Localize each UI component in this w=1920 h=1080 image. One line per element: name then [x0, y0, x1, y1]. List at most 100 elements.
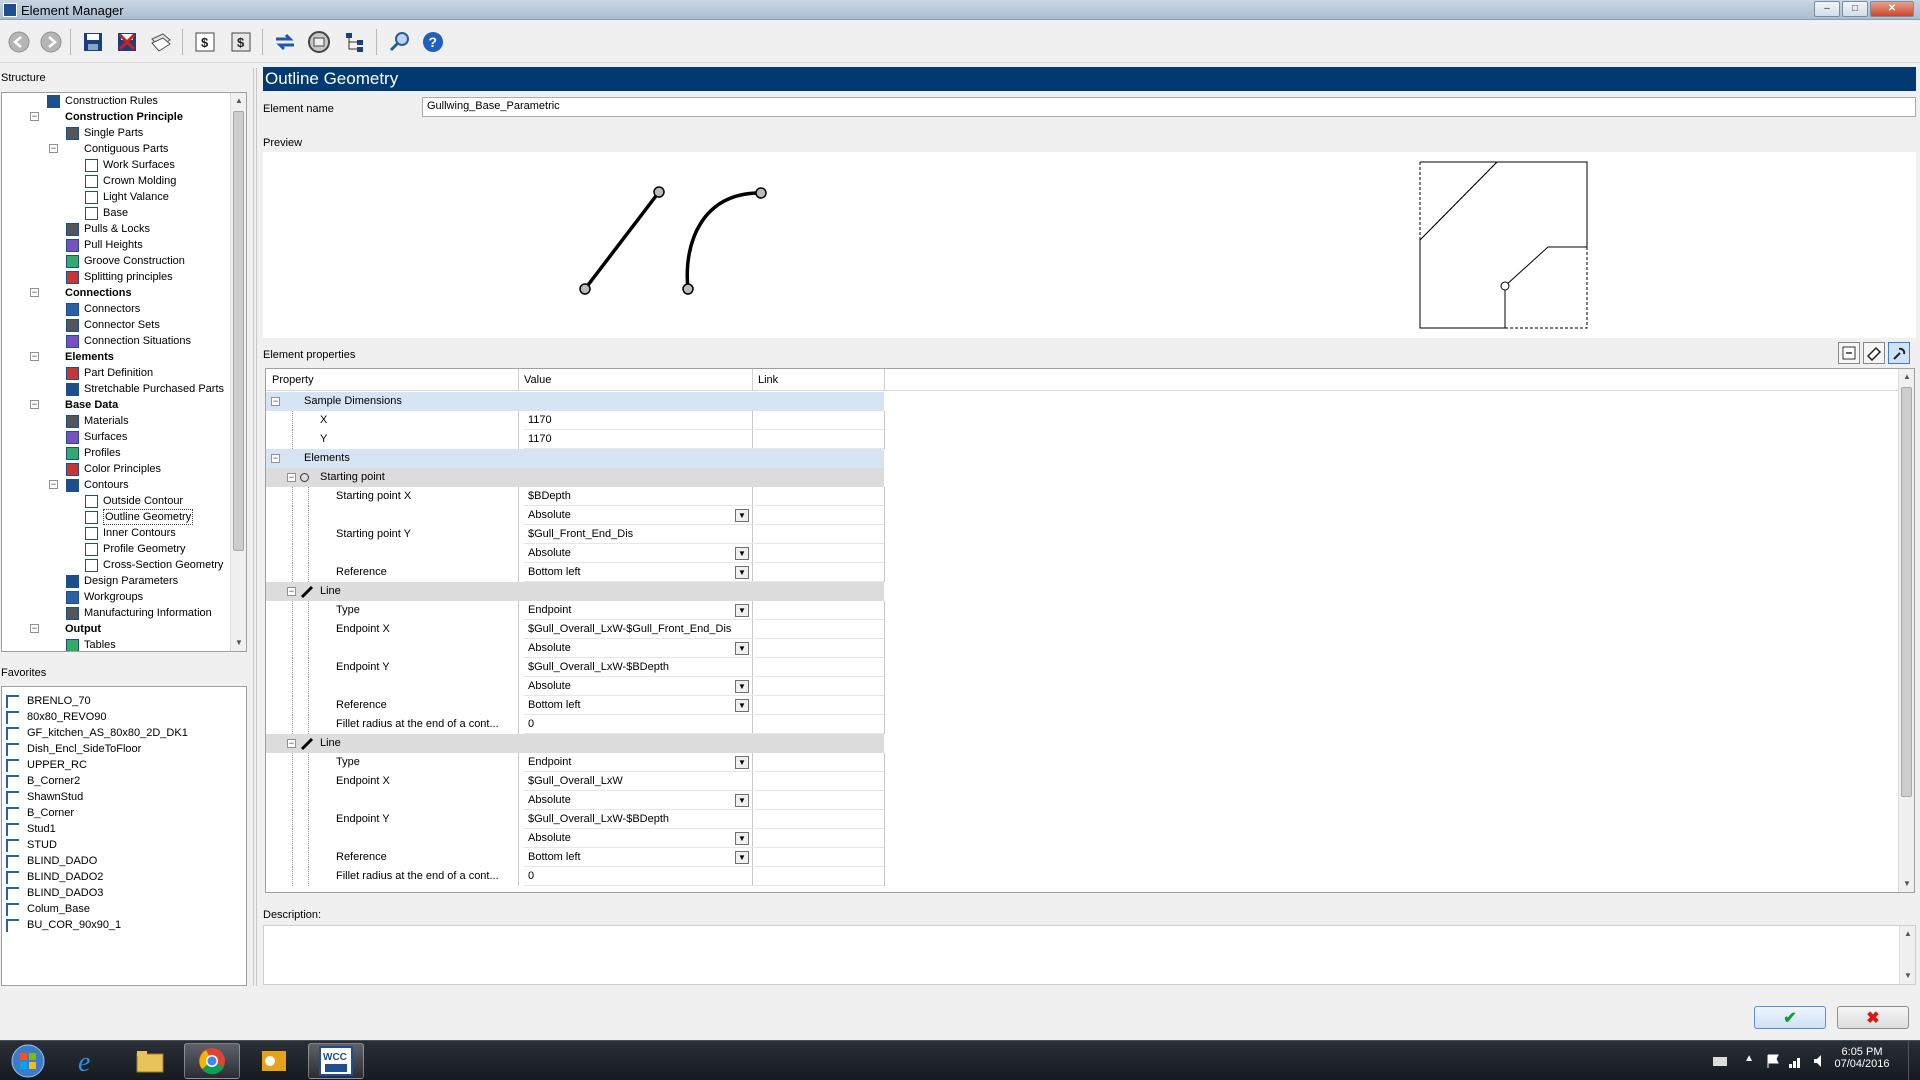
tree-item[interactable]: Light Valance: [2, 189, 230, 205]
dropdown-arrow-icon[interactable]: ▼: [735, 832, 749, 845]
help-button[interactable]: ?: [418, 27, 448, 57]
row-toggle-icon[interactable]: −: [287, 473, 296, 482]
tree-item[interactable]: − Contiguous Parts: [2, 141, 230, 157]
tree-item[interactable]: Outside Contour: [2, 493, 230, 509]
group-row[interactable]: − Starting point: [266, 468, 884, 487]
dropdown-arrow-icon[interactable]: ▼: [735, 509, 749, 522]
property-row[interactable]: Absolute ▼: [266, 544, 1150, 563]
tree-item[interactable]: Pull Heights: [2, 237, 230, 253]
property-row[interactable]: Reference Bottom left ▼: [266, 848, 1150, 867]
property-row[interactable]: Endpoint Y $Gull_Overall_LxW-$BDepth: [266, 810, 1150, 829]
maximize-button[interactable]: □: [1842, 1, 1868, 17]
tree-item[interactable]: Inner Contours: [2, 525, 230, 541]
property-row[interactable]: Fillet radius at the end of a cont... 0: [266, 715, 1150, 734]
property-value[interactable]: $Gull_Overall_LxW-$BDepth: [524, 658, 758, 677]
property-value[interactable]: $Gull_Overall_LxW: [524, 772, 758, 791]
tree-item[interactable]: Materials: [2, 413, 230, 429]
property-value[interactable]: 0: [524, 715, 758, 734]
favorites-list[interactable]: BRENLO_70 80x80_REVO90 GF_kitchen_AS_80x80…: [1, 686, 247, 986]
collapse-all-button[interactable]: [1838, 342, 1860, 364]
tree-item[interactable]: Splitting principles: [2, 269, 230, 285]
tree-item[interactable]: Crown Molding: [2, 173, 230, 189]
property-row[interactable]: Endpoint X $Gull_Overall_LxW: [266, 772, 1150, 791]
property-row[interactable]: Absolute ▼: [266, 639, 1150, 658]
tree-item[interactable]: Connectors: [2, 301, 230, 317]
property-row[interactable]: Type Endpoint ▼: [266, 601, 1150, 620]
dropdown-arrow-icon[interactable]: ▼: [735, 851, 749, 864]
tree-item[interactable]: − Elements: [2, 349, 230, 365]
tree-item[interactable]: Profile Geometry: [2, 541, 230, 557]
dropdown-arrow-icon[interactable]: ▼: [735, 547, 749, 560]
property-row[interactable]: Endpoint X $Gull_Overall_LxW-$Gull_Front_…: [266, 620, 1150, 639]
desc-scroll-down-icon[interactable]: ▼: [1900, 968, 1916, 984]
property-value[interactable]: $BDepth: [524, 487, 758, 506]
import-button[interactable]: $: [190, 27, 220, 57]
tree-view-button[interactable]: [340, 27, 370, 57]
cancel-button[interactable]: ✖: [1837, 1006, 1909, 1029]
transfer-button[interactable]: [270, 27, 300, 57]
property-row[interactable]: Absolute ▼: [266, 506, 1150, 525]
vertical-splitter[interactable]: [253, 68, 257, 986]
description-scrollbar[interactable]: ▲ ▼: [1899, 926, 1915, 984]
tree-item[interactable]: Surfaces: [2, 429, 230, 445]
tree-expander-icon[interactable]: −: [49, 480, 58, 489]
tree-item[interactable]: Stretchable Purchased Parts: [2, 381, 230, 397]
property-row[interactable]: X 1170: [266, 411, 1150, 430]
tree-expander-icon[interactable]: −: [30, 288, 39, 297]
tree-item[interactable]: Outline Geometry: [2, 509, 230, 525]
tree-item[interactable]: Design Parameters: [2, 573, 230, 589]
tree-scroll-thumb[interactable]: [233, 111, 244, 551]
start-button[interactable]: [0, 1043, 56, 1079]
property-dropdown-value[interactable]: Absolute: [524, 829, 758, 848]
property-row[interactable]: Reference Bottom left ▼: [266, 563, 1150, 582]
grid-scroll-down-icon[interactable]: ▼: [1899, 876, 1914, 892]
taskbar-chrome[interactable]: [184, 1043, 240, 1079]
property-value[interactable]: 1170: [524, 430, 758, 449]
tree-expander-icon[interactable]: −: [49, 144, 58, 153]
property-row[interactable]: Reference Bottom left ▼: [266, 696, 1150, 715]
scroll-up-icon[interactable]: ▲: [231, 93, 246, 109]
tree-scrollbar[interactable]: ▲ ▼: [230, 93, 246, 651]
network-icon[interactable]: [1788, 1053, 1804, 1069]
tree-expander-icon[interactable]: −: [30, 400, 39, 409]
tree-item[interactable]: Manufacturing Information: [2, 605, 230, 621]
property-value[interactable]: 1170: [524, 411, 758, 430]
row-toggle-icon[interactable]: −: [271, 397, 280, 406]
property-dropdown-value[interactable]: Absolute: [524, 791, 758, 810]
scroll-down-icon[interactable]: ▼: [231, 635, 246, 651]
taskbar-wcc[interactable]: WCC: [308, 1043, 364, 1079]
property-row[interactable]: Y 1170: [266, 430, 1150, 449]
description-field[interactable]: ▲ ▼: [263, 925, 1916, 985]
tree-expander-icon[interactable]: −: [30, 112, 39, 121]
dropdown-arrow-icon[interactable]: ▼: [735, 604, 749, 617]
group-row[interactable]: − Line: [266, 734, 884, 753]
tree-item[interactable]: Connection Situations: [2, 333, 230, 349]
property-value[interactable]: $Gull_Overall_LxW-$Gull_Front_End_Dis: [524, 620, 758, 639]
property-dropdown-value[interactable]: Bottom left: [524, 563, 758, 582]
tree-item[interactable]: Single Parts: [2, 125, 230, 141]
tree-item[interactable]: Part Definition: [2, 365, 230, 381]
settings-button[interactable]: [304, 27, 334, 57]
keyboard-icon[interactable]: [1712, 1054, 1728, 1068]
delete-button[interactable]: [112, 27, 142, 57]
row-toggle-icon[interactable]: −: [287, 587, 296, 596]
tree-item[interactable]: Groove Construction: [2, 253, 230, 269]
tree-item[interactable]: Construction Rules: [2, 93, 230, 109]
tree-item[interactable]: − Base Data: [2, 397, 230, 413]
tree-item[interactable]: − Contours: [2, 477, 230, 493]
save-button[interactable]: [78, 27, 108, 57]
property-dropdown-value[interactable]: Bottom left: [524, 696, 758, 715]
category-row[interactable]: − Sample Dimensions: [266, 392, 884, 411]
tree-item[interactable]: − Output: [2, 621, 230, 637]
dropdown-arrow-icon[interactable]: ▼: [735, 794, 749, 807]
row-toggle-icon[interactable]: −: [287, 739, 296, 748]
header-value[interactable]: Value: [524, 374, 551, 386]
grid-scrollbar[interactable]: ▲ ▼: [1898, 369, 1914, 892]
property-dropdown-value[interactable]: Absolute: [524, 677, 758, 696]
volume-icon[interactable]: [1812, 1053, 1828, 1069]
property-dropdown-value[interactable]: Bottom left: [524, 848, 758, 867]
grid-scroll-thumb[interactable]: [1901, 387, 1912, 797]
property-row[interactable]: Absolute ▼: [266, 677, 1150, 696]
forward-button[interactable]: [36, 27, 66, 57]
clock[interactable]: 6:05 PM 07/04/2016: [1832, 1046, 1892, 1070]
